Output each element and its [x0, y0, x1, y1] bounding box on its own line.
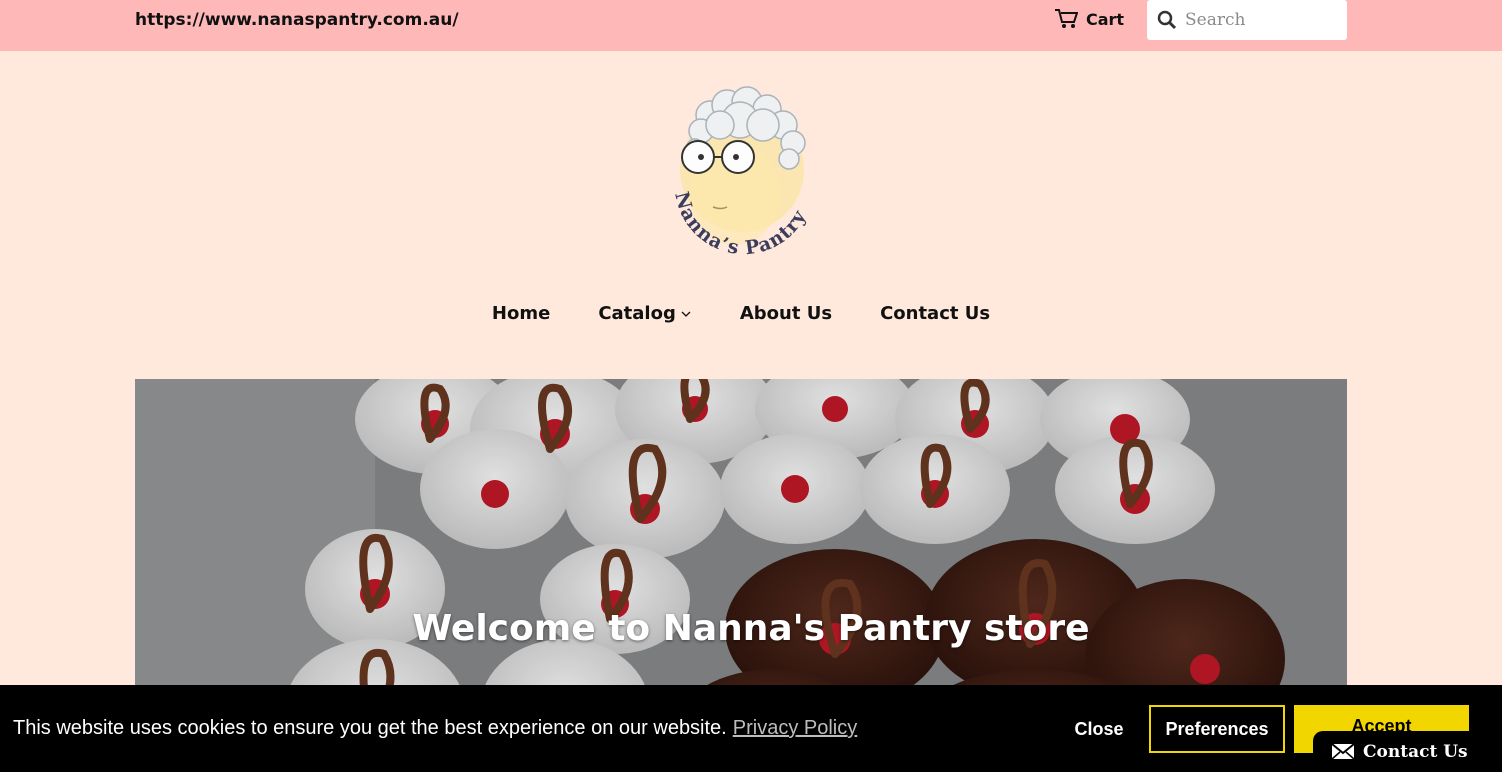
cookie-close-button[interactable]: Close	[1060, 705, 1138, 753]
cookie-message: This website uses cookies to ensure you …	[13, 717, 857, 740]
contact-us-widget[interactable]: Contact Us	[1313, 731, 1502, 772]
cart-icon	[1055, 9, 1078, 28]
search-icon[interactable]	[1157, 10, 1177, 30]
hero-title: Welcome to Nanna's Pantry store	[412, 608, 1090, 649]
contact-widget-label: Contact Us	[1363, 741, 1468, 762]
cookie-message-text: This website uses cookies to ensure you …	[13, 717, 727, 739]
main-nav: Home Catalog About Us Contact Us	[0, 303, 1502, 324]
nav-about-us[interactable]: About Us	[740, 303, 832, 324]
nav-contact-us[interactable]: Contact Us	[880, 303, 990, 324]
search-input[interactable]	[1185, 10, 1335, 30]
cookie-preferences-button[interactable]: Preferences	[1149, 705, 1285, 753]
site-url[interactable]: https://www.nanaspantry.com.au/	[135, 10, 459, 30]
grandma-face-logo: Nanna’s Pantry	[670, 86, 810, 259]
chevron-down-icon	[681, 311, 691, 317]
privacy-policy-link[interactable]: Privacy Policy	[733, 717, 857, 739]
cart-link[interactable]: Cart	[1054, 8, 1124, 30]
top-bar: https://www.nanaspantry.com.au/ Cart	[0, 0, 1502, 51]
cart-label: Cart	[1086, 9, 1125, 29]
nav-catalog[interactable]: Catalog	[598, 303, 692, 324]
envelope-icon	[1331, 743, 1355, 760]
cookie-banner: This website uses cookies to ensure you …	[0, 685, 1502, 772]
site-logo[interactable]: Nanna’s Pantry	[665, 85, 820, 259]
nav-catalog-label: Catalog	[598, 303, 676, 324]
search-box	[1147, 0, 1347, 40]
nav-home[interactable]: Home	[492, 303, 550, 324]
